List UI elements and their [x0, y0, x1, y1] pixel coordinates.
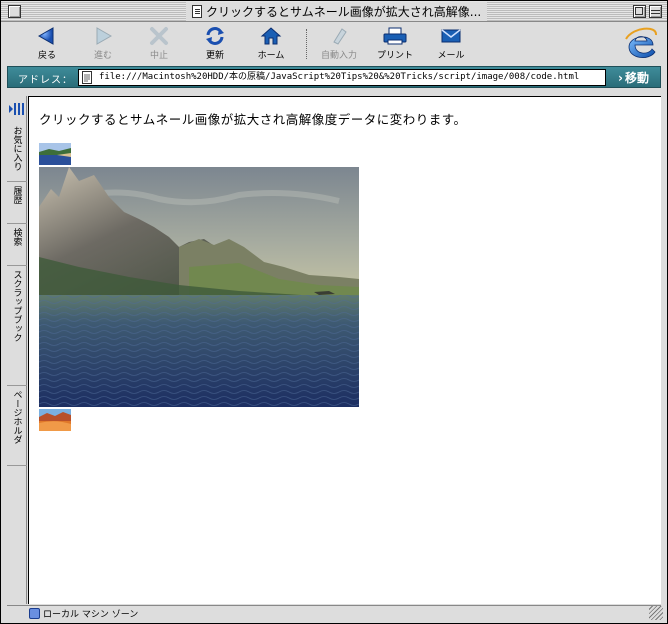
tab-search-label: 検索	[11, 228, 22, 246]
home-icon	[260, 27, 282, 45]
internet-explorer-logo-icon	[625, 27, 657, 58]
forward-arrow-icon	[96, 27, 113, 45]
tab-favorites-label: お気に入り	[11, 126, 22, 171]
refresh-button[interactable]: 更新	[185, 25, 245, 65]
thumbnail-desert[interactable]	[39, 409, 71, 431]
page-document-icon	[82, 71, 92, 84]
vertical-scroll-strip	[661, 89, 667, 604]
thumbnail-ocean[interactable]	[39, 143, 71, 165]
page-content: クリックするとサムネール画像が拡大され高解像度データに変わります。	[28, 96, 661, 604]
address-label: アドレス：	[18, 75, 73, 86]
autofill-pen-icon	[333, 28, 347, 45]
stop-label: 中止	[149, 51, 168, 61]
tab-page-holder[interactable]: ページホルダ	[7, 386, 27, 466]
back-arrow-icon	[37, 27, 54, 45]
tab-history-label: 履歴	[11, 186, 22, 204]
tab-scrapbook-label: スクラップブック	[11, 270, 22, 342]
refresh-icon	[206, 27, 224, 45]
autofill-button[interactable]: 自動入力	[309, 25, 369, 65]
go-arrow-icon: ›	[618, 70, 623, 85]
close-box[interactable]	[8, 5, 21, 18]
toolbar-separator	[306, 29, 307, 59]
tab-search[interactable]: 検索	[7, 224, 27, 266]
status-bar: ローカル マシン ゾーン	[7, 605, 661, 621]
explorer-bar-tabs: お気に入り 履歴 検索 スクラップブック ページホルダ	[7, 96, 27, 604]
address-bar: アドレス： file:///Macintosh%20HDD/本の原稿/JavaS…	[7, 66, 661, 88]
status-zone: ローカル マシン ゾーン	[43, 610, 139, 620]
home-button[interactable]: ホーム	[241, 25, 301, 65]
print-label: プリント	[376, 51, 413, 61]
browser-window: クリックするとサムネール画像が拡大され高解像... 戻る 進む 中止 更新 ホー…	[0, 0, 668, 624]
tab-page-holder-label: ページホルダ	[11, 390, 22, 444]
forward-label: 進む	[93, 51, 112, 61]
window-title-wrap: クリックするとサムネール画像が拡大され高解像...	[186, 2, 488, 21]
mail-label: メール	[437, 51, 465, 61]
stop-x-icon	[150, 27, 168, 45]
toolbar: 戻る 進む 中止 更新 ホーム 自動入力 プリント メール	[7, 23, 661, 65]
back-label: 戻る	[37, 51, 56, 61]
enlarged-mountain-image[interactable]	[39, 167, 359, 407]
explorer-bar-toggle-icon[interactable]	[9, 102, 25, 116]
autofill-label: 自動入力	[320, 51, 357, 61]
address-input[interactable]: file:///Macintosh%20HDD/本の原稿/JavaScript%…	[78, 69, 606, 86]
title-bar[interactable]: クリックするとサムネール画像が拡大され高解像...	[1, 1, 667, 22]
collapse-box[interactable]	[649, 5, 662, 18]
zoom-box[interactable]	[633, 5, 646, 18]
tab-history[interactable]: 履歴	[7, 182, 27, 224]
back-button[interactable]: 戻る	[17, 25, 77, 65]
printer-icon	[383, 27, 407, 45]
go-label: 移動	[624, 71, 649, 85]
window-title: クリックするとサムネール画像が拡大され高解像...	[206, 5, 482, 19]
resize-grip[interactable]	[649, 606, 663, 620]
go-button[interactable]: › 移動	[618, 69, 649, 86]
forward-button[interactable]: 進む	[73, 25, 133, 65]
refresh-label: 更新	[205, 51, 224, 61]
instruction-text: クリックするとサムネール画像が拡大され高解像度データに変わります。	[39, 112, 467, 127]
tab-favorites[interactable]: お気に入り	[7, 122, 27, 182]
document-icon	[192, 5, 202, 18]
mail-envelope-icon	[441, 29, 461, 43]
tab-scrapbook[interactable]: スクラップブック	[7, 266, 27, 386]
stop-button[interactable]: 中止	[129, 25, 189, 65]
local-zone-icon	[29, 608, 40, 619]
home-label: ホーム	[257, 51, 285, 61]
mail-button[interactable]: メール	[421, 25, 481, 65]
print-button[interactable]: プリント	[365, 25, 425, 65]
